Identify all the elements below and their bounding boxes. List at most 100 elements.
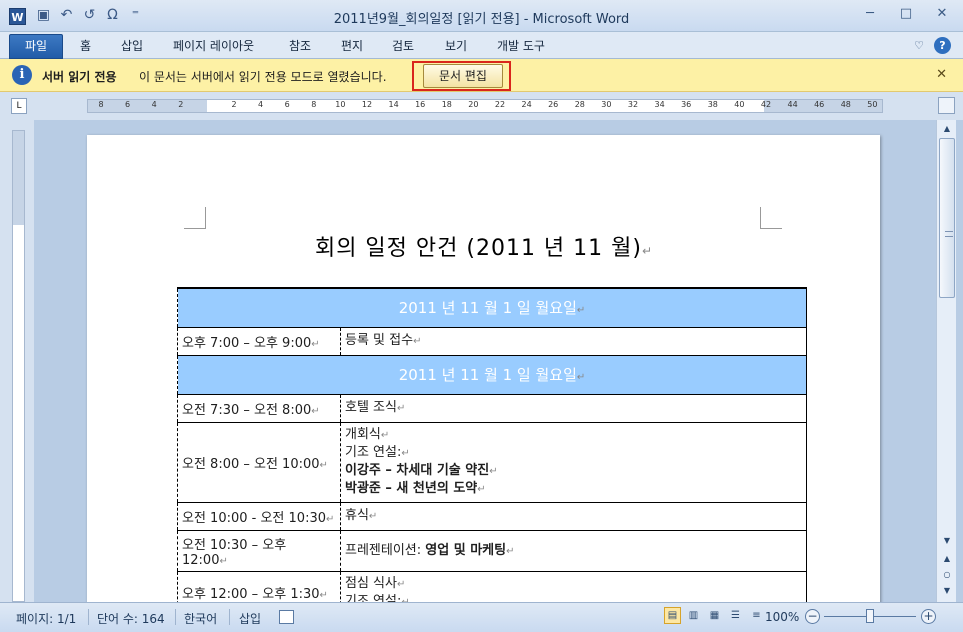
close-button[interactable]: ✕: [931, 6, 953, 21]
vertical-ruler-area: [0, 120, 34, 602]
description-emphasis: 영업 및 마케팅: [425, 542, 507, 558]
info-icon: i: [12, 65, 32, 85]
ruler-tick-label: 30: [601, 100, 612, 109]
tab-6[interactable]: 보기: [445, 36, 467, 58]
page-count[interactable]: 페이지: 1/1: [16, 610, 76, 627]
help-icon[interactable]: ?: [934, 37, 951, 54]
paragraph-mark: ↵: [576, 372, 586, 383]
ruler-tick-label: 26: [548, 100, 559, 109]
print-layout-view-icon[interactable]: ▤: [664, 607, 681, 624]
maximize-button[interactable]: □: [895, 6, 917, 21]
tab-1[interactable]: 삽입: [121, 36, 143, 58]
ruler-tick-label: 4: [258, 100, 264, 109]
description-cell: 점심 식사↵ 기조 연설:↵: [340, 571, 807, 602]
ribbon-right-controls: ♡ ?: [914, 37, 951, 54]
ruler-left-margin: [88, 100, 207, 112]
ruler-tick-label: 6: [284, 100, 290, 109]
time-cell: 오전 10:00 - 오전 10:30↵: [177, 502, 341, 531]
paragraph-mark: ↵: [413, 336, 422, 347]
status-bar: 페이지: 1/1 단어 수: 164 한국어 삽입 ▤ ▥ ▦ ☰ ≡ 100% − +: [0, 602, 963, 632]
vertical-scrollbar[interactable]: ▲ ▼ ▲ ○ ▼: [936, 120, 956, 602]
ruler-tick-label: 22: [494, 100, 506, 109]
description-line: 프레젠테이션: 영업 및 마케팅↵: [345, 542, 802, 560]
ruler-row: L 8 6 4 2 2 4 6 8 10 12 14 16 18 20 22 24 26 28 30 32 34 36 38…: [0, 92, 963, 120]
message-bar-title: 서버 읽기 전용: [42, 70, 117, 84]
ribbon-tabs: 파일 ♡ ? 홈 삽입 페이지 레이아웃 참조 편지 검토 보기 개발 도구: [0, 32, 963, 59]
window-controls: ─ □ ✕: [859, 6, 953, 21]
description-line: 휴식↵: [345, 507, 802, 525]
tab-2[interactable]: 페이지 레이아웃: [173, 36, 254, 58]
paragraph-mark: ↵: [396, 578, 406, 590]
ruler-tick-label: 20: [468, 100, 479, 109]
ruler-tick-label: 16: [415, 100, 426, 109]
scroll-thumb-grip: [945, 231, 953, 237]
web-layout-icon[interactable]: ▦: [706, 607, 723, 624]
table-row: 오전 10:00 - 오전 10:30↵ 휴식↵: [177, 502, 807, 531]
day-header-text: 2011 년 11 월 1 일 월요일: [398, 366, 577, 384]
description-text: 프레젠테이션:: [345, 542, 426, 558]
insert-mode[interactable]: 삽입: [239, 610, 261, 627]
ruler-tick-label: 8: [98, 100, 104, 109]
select-browse-object-icon[interactable]: ○: [940, 568, 954, 582]
tab-0[interactable]: 홈: [80, 36, 91, 58]
time-text: 오전 10:00 - 오전 10:30: [182, 510, 326, 526]
message-bar-close-icon[interactable]: ✕: [936, 67, 947, 82]
minimize-button[interactable]: ─: [859, 6, 881, 21]
tab-7[interactable]: 개발 도구: [497, 36, 545, 58]
tab-3[interactable]: 참조: [289, 36, 311, 58]
zoom-in-button[interactable]: +: [921, 609, 936, 624]
scroll-down-arrow[interactable]: ▼: [940, 534, 954, 548]
table-row: 오후 12:00 – 오후 1:30↵ 점심 식사↵ 기조 연설:↵: [177, 571, 807, 602]
macro-recording-icon[interactable]: [279, 610, 294, 624]
word-count[interactable]: 단어 수: 164: [97, 610, 165, 627]
ruler-tick-label: 40: [734, 100, 745, 109]
zoom-level[interactable]: 100%: [765, 610, 799, 624]
scroll-up-arrow[interactable]: ▲: [940, 122, 954, 136]
edit-document-button[interactable]: 문서 편집: [423, 64, 503, 88]
paragraph-mark: ↵: [368, 511, 378, 522]
tab-selector[interactable]: L: [11, 98, 27, 114]
view-buttons: ▤ ▥ ▦ ☰ ≡: [664, 607, 765, 624]
next-page-icon[interactable]: ▼: [940, 584, 954, 598]
table-row: 오후 7:00 – 오후 9:00↵ 등록 및 접수↵: [177, 327, 807, 356]
language-indicator[interactable]: 한국어: [184, 610, 217, 627]
minimize-ribbon-icon[interactable]: ♡: [914, 39, 924, 52]
previous-page-icon[interactable]: ▲: [940, 552, 954, 566]
time-text: 오후 12:00 – 오후 1:30: [182, 587, 320, 602]
paragraph-mark: ↵: [311, 338, 320, 350]
time-text: 오전 7:30 – 오전 8:00: [182, 402, 312, 418]
zoom-out-button[interactable]: −: [805, 609, 820, 624]
time-cell: 오후 12:00 – 오후 1:30↵: [177, 571, 341, 602]
time-text: 오후 7:00 – 오후 9:00: [182, 335, 312, 351]
document-title: 회의 일정 안건 (2011 년 11 월)↵: [87, 230, 880, 262]
full-screen-reading-icon[interactable]: ▥: [685, 607, 702, 624]
description-line: 기조 연설:↵: [345, 444, 802, 462]
tab-file[interactable]: 파일: [9, 34, 64, 59]
ruler-tick-label: 32: [627, 100, 639, 109]
vertical-ruler-margin: [13, 131, 24, 225]
vertical-ruler[interactable]: [12, 130, 25, 602]
description-line: 등록 및 접수↵: [345, 332, 802, 350]
description-text: 호텔 조식: [345, 400, 397, 415]
day-header-cell: 2011 년 11 월 1 일 월요일↵: [177, 354, 807, 395]
agenda-table: 2011 년 11 월 1 일 월요일↵ 오후 7:00 – 오후 9:00↵ 등록…: [177, 287, 807, 602]
description-line: 개회식↵: [345, 426, 802, 444]
description-cell: 개회식↵ 기조 연설:↵ 이강주 – 차세대 기술 약진↵ 박광준 – 새 천년의 도…: [340, 422, 807, 503]
tab-4[interactable]: 편지: [341, 36, 363, 58]
zoom-slider-thumb[interactable]: [866, 609, 874, 623]
document-page[interactable]: 회의 일정 안건 (2011 년 11 월)↵ 2011 년 11 월 1 일 …: [87, 135, 880, 602]
horizontal-ruler[interactable]: 8 6 4 2 2 4 6 8 10 12 14 16 18 20 22 24 26 28 30 32 34 36 38 40…: [87, 99, 883, 113]
draft-view-icon[interactable]: ≡: [748, 607, 765, 624]
time-text: 오전 8:00 – 오전 10:00: [182, 456, 320, 472]
outline-view-icon[interactable]: ☰: [727, 607, 744, 624]
description-cell: 프레젠테이션: 영업 및 마케팅↵: [340, 530, 807, 572]
scroll-thumb[interactable]: [939, 138, 955, 298]
document-area[interactable]: 회의 일정 안건 (2011 년 11 월)↵ 2011 년 11 월 1 일 …: [34, 120, 936, 602]
time-cell: 오후 7:00 – 오후 9:00↵: [177, 327, 341, 356]
view-ruler-button[interactable]: [938, 97, 955, 114]
paragraph-mark: ↵: [506, 545, 515, 557]
ruler-tick-label: 4: [151, 100, 157, 109]
status-divider: [88, 609, 89, 625]
description-cell: 휴식↵: [340, 502, 807, 531]
tab-5[interactable]: 검토: [392, 36, 414, 58]
